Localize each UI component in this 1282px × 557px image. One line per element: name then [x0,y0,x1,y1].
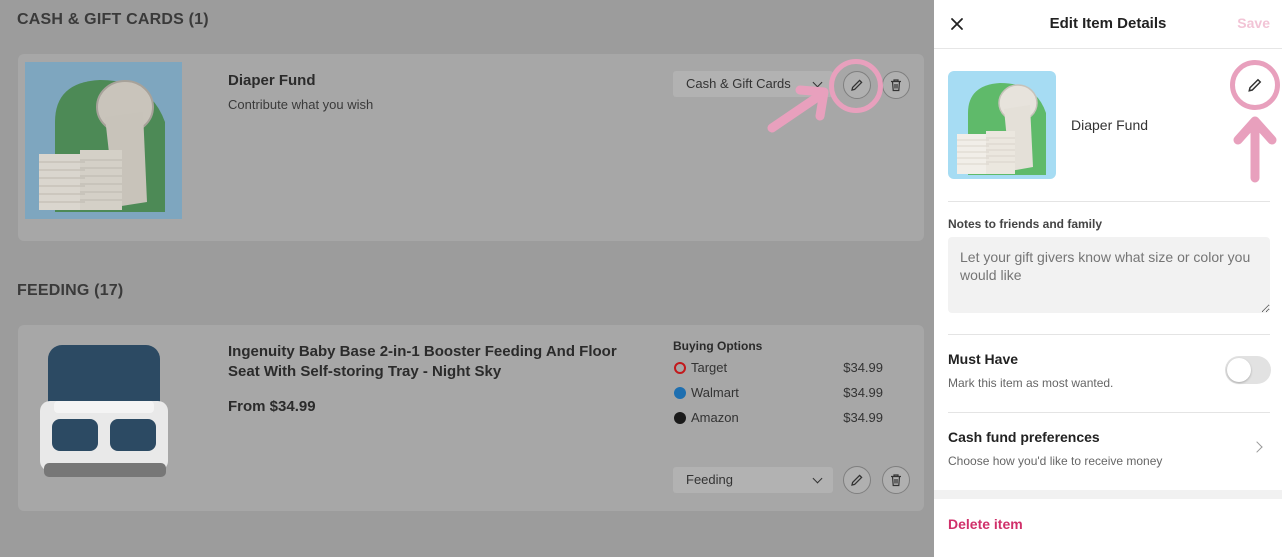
registry-list-overlay: CASH & GIFT CARDS (1) Diaper Fund Contri… [0,0,934,557]
diaper-stack-icon [957,83,1046,175]
store-price: $34.99 [843,385,883,400]
store-price: $34.99 [843,360,883,375]
feeding-item-title-line1[interactable]: Ingenuity Baby Base 2-in-1 Booster Feedi… [228,342,617,362]
cash-item-subtitle: Contribute what you wish [228,97,374,112]
store-row-walmart[interactable]: Walmart $34.99 [673,385,883,403]
save-button[interactable]: Save [1237,15,1270,31]
store-name: Target [691,360,728,375]
feeding-category-select[interactable]: Feeding [673,467,833,493]
store-name: Walmart [691,385,739,400]
diaper-fund-image [25,62,182,219]
store-row-target[interactable]: Target $34.99 [673,360,883,378]
booster-seat-icon [40,345,168,477]
must-have-subtitle: Mark this item as most wanted. [948,376,1114,390]
delete-button[interactable] [882,466,910,494]
buying-options-label: Buying Options [673,339,763,353]
delete-button[interactable] [882,71,910,99]
walmart-logo-icon [674,387,686,399]
section-title-feeding: FEEDING (17) [17,282,124,299]
store-name: Amazon [691,410,739,425]
store-row-amazon[interactable]: Amazon $34.99 [673,410,883,428]
cash-item-title[interactable]: Diaper Fund [228,71,316,91]
pencil-icon [851,474,863,486]
chevron-down-icon [812,473,823,484]
section-separator [934,490,1282,499]
section-title-cash-gift-cards: CASH & GIFT CARDS (1) [17,11,209,28]
must-have-toggle[interactable] [1225,356,1271,384]
pencil-icon[interactable] [1247,77,1263,93]
divider [948,412,1270,413]
chevron-right-icon[interactable] [1251,441,1263,453]
target-logo-icon [674,362,686,374]
divider [948,201,1270,202]
edit-button[interactable] [843,466,871,494]
drawer-title: Edit Item Details [1049,15,1167,32]
booster-seat-image [36,341,171,481]
diaper-stack-icon [39,80,165,212]
drawer-header: Edit Item Details Save [934,0,1282,49]
store-price: $34.99 [843,410,883,425]
item-image [948,71,1056,179]
pointer-arrow-icon [1233,116,1277,183]
delete-item-button[interactable]: Delete item [948,516,1023,532]
feeding-category-value: Feeding [686,472,733,487]
cash-pref-subtitle: Choose how you'd like to receive money [948,454,1163,468]
trash-icon [891,474,901,487]
feeding-item-title-line2[interactable]: Seat With Self-storing Tray - Night Sky [228,362,501,382]
divider [948,334,1270,335]
highlight-ring [829,59,883,113]
notes-label: Notes to friends and family [948,217,1103,231]
item-name: Diaper Fund [1071,117,1149,133]
toggle-knob [1227,358,1251,382]
must-have-title: Must Have [948,351,1019,367]
feeding-item-price: From $34.99 [228,398,316,415]
trash-icon [891,79,901,92]
edit-item-drawer: Edit Item Details Save Diaper Fund Notes… [934,0,1282,557]
pointer-arrow-icon [767,85,829,133]
amazon-logo-icon [674,412,686,424]
cash-pref-title[interactable]: Cash fund preferences [948,429,1100,445]
notes-field[interactable] [948,237,1270,313]
